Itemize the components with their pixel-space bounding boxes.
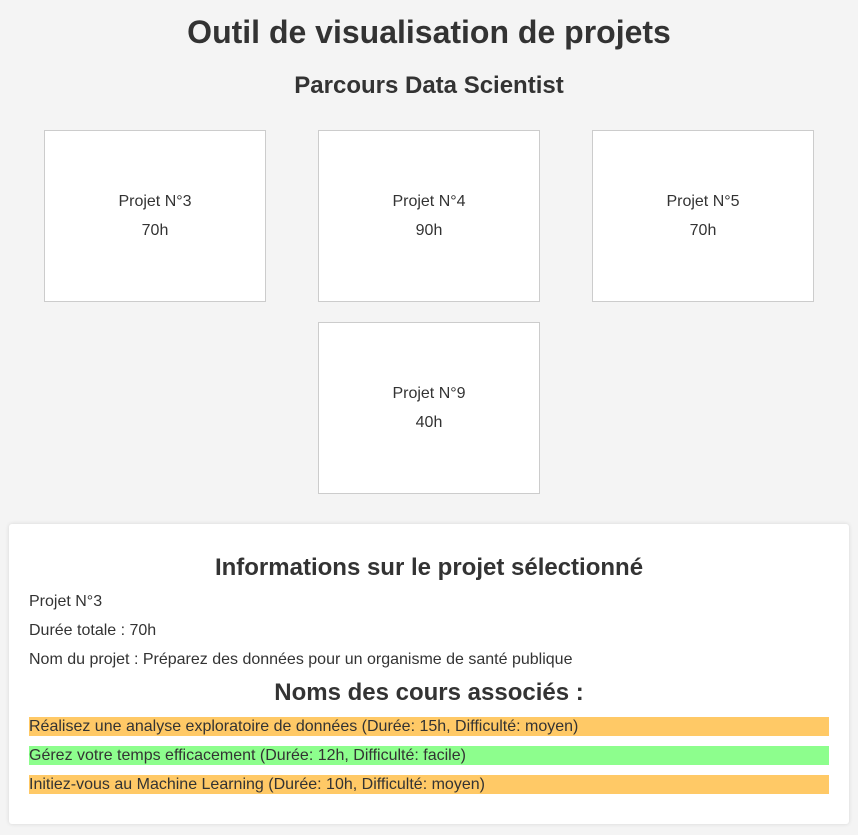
- info-project-number: Projet N°3: [29, 593, 103, 610]
- project-card-duration: 70h: [141, 222, 169, 239]
- page-subtitle: Parcours Data Scientist: [294, 72, 564, 99]
- project-card[interactable]: Projet N°5 70h: [592, 130, 814, 302]
- project-card-name: Projet N°9: [392, 385, 466, 402]
- project-info-panel: Informations sur le projet sélectionné P…: [9, 524, 849, 824]
- course-item: Gérez votre temps efficacement (Durée: 1…: [29, 746, 829, 765]
- info-total-duration: Durée totale : 70h: [29, 622, 157, 639]
- project-card-name: Projet N°5: [666, 193, 740, 210]
- project-card-duration: 70h: [689, 222, 717, 239]
- info-panel-title: Informations sur le projet sélectionné: [214, 554, 644, 581]
- course-item: Initiez-vous au Machine Learning (Durée:…: [29, 775, 829, 794]
- course-item: Réalisez une analyse exploratoire de don…: [29, 717, 829, 736]
- project-card-duration: 90h: [415, 222, 443, 239]
- project-card[interactable]: Projet N°3 70h: [44, 130, 266, 302]
- project-card[interactable]: Projet N°9 40h: [318, 322, 540, 494]
- project-card-name: Projet N°4: [392, 193, 466, 210]
- page-title: Outil de visualisation de projets: [187, 14, 671, 50]
- project-card-duration: 40h: [415, 414, 443, 431]
- courses-title: Noms des cours associés :: [274, 679, 584, 706]
- info-project-name: Nom du projet : Préparez des données pou…: [29, 651, 573, 668]
- project-card[interactable]: Projet N°4 90h: [318, 130, 540, 302]
- project-card-name: Projet N°3: [118, 193, 192, 210]
